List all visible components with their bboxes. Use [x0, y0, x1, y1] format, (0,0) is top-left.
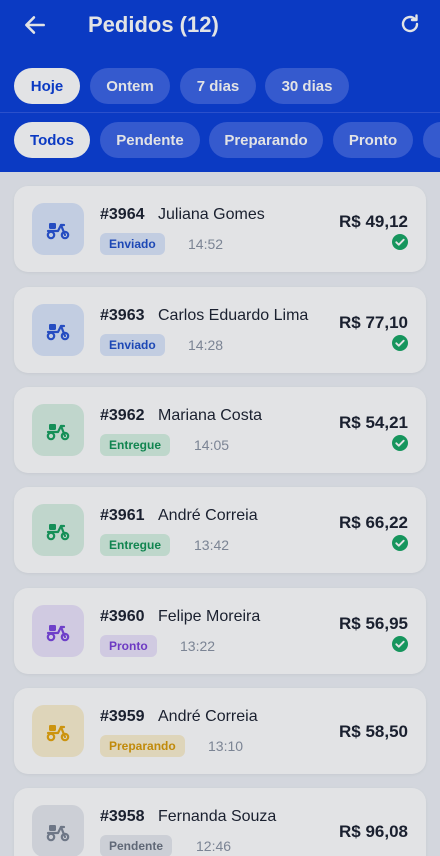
- status-badge: Entregue: [100, 434, 171, 456]
- customer-name: André Correia: [158, 708, 258, 725]
- order-number: #3958: [100, 808, 145, 825]
- order-number: #3963: [100, 307, 145, 324]
- status-filter-all[interactable]: Todos: [14, 122, 90, 158]
- order-number: #3960: [100, 608, 145, 625]
- date-filter-7-days[interactable]: 7 dias: [180, 68, 256, 104]
- order-card[interactable]: #3960 Felipe Moreira Pronto 13:22 R$ 56,95: [14, 588, 426, 674]
- order-type-tile: [32, 705, 84, 757]
- status-badge: Preparando: [100, 735, 185, 757]
- order-time: 13:42: [194, 537, 230, 553]
- order-time: 12:46: [196, 838, 232, 854]
- status-badge: Pendente: [100, 835, 173, 856]
- order-total: R$ 66,22: [339, 513, 408, 532]
- order-card[interactable]: #3961 André Correia Entregue 13:42 R$ 66,22: [14, 487, 426, 573]
- filter-divider: [0, 112, 440, 113]
- status-badge: Enviado: [100, 334, 165, 356]
- order-time: 13:10: [208, 738, 244, 754]
- order-type-tile: [32, 605, 84, 657]
- order-type-tile: [32, 203, 84, 255]
- order-list: #3964 Juliana Gomes Enviado 14:52 R$ 49,12 #3…: [0, 172, 440, 856]
- check-circle-icon: [392, 435, 408, 451]
- check-circle-icon: [392, 636, 408, 652]
- order-total: R$ 77,10: [339, 313, 408, 332]
- top-bar: Pedidos (12): [0, 0, 440, 52]
- scooter-icon: [46, 725, 70, 742]
- status-filter-ready[interactable]: Pronto: [333, 122, 413, 158]
- status-badge: Entregue: [100, 534, 171, 556]
- order-total: R$ 49,12: [339, 212, 408, 231]
- order-time: 13:22: [180, 638, 216, 654]
- scooter-icon: [46, 524, 70, 541]
- customer-name: Felipe Moreira: [158, 608, 261, 625]
- customer-name: Juliana Gomes: [158, 206, 265, 223]
- arrow-left-icon[interactable]: [22, 12, 48, 38]
- status-badge: Enviado: [100, 233, 165, 255]
- scooter-icon: [46, 223, 70, 240]
- scooter-icon: [46, 625, 70, 642]
- order-number: #3959: [100, 708, 145, 725]
- scooter-icon: [46, 825, 70, 842]
- check-circle-icon: [392, 234, 408, 250]
- date-filter-row: Hoje Ontem 7 dias 30 dias: [0, 68, 440, 106]
- date-filter-30-days[interactable]: 30 dias: [265, 68, 349, 104]
- status-badge: Pronto: [100, 635, 157, 657]
- scooter-icon: [46, 424, 70, 441]
- order-type-tile: [32, 404, 84, 456]
- order-type-tile: [32, 504, 84, 556]
- order-number: #3962: [100, 407, 145, 424]
- order-card[interactable]: #3958 Fernanda Souza Pendente 12:46 R$ 96,08: [14, 788, 426, 856]
- order-type-tile: [32, 304, 84, 356]
- date-filter-today[interactable]: Hoje: [14, 68, 80, 104]
- order-card[interactable]: #3959 André Correia Preparando 13:10 R$ 58,5…: [14, 688, 426, 774]
- order-number: #3961: [100, 507, 145, 524]
- order-total: R$ 96,08: [339, 822, 408, 841]
- check-circle-icon: [392, 535, 408, 551]
- order-time: 14:52: [188, 236, 224, 252]
- order-total: R$ 58,50: [339, 722, 408, 741]
- order-total: R$ 54,21: [339, 413, 408, 432]
- order-card[interactable]: #3964 Juliana Gomes Enviado 14:52 R$ 49,12: [14, 186, 426, 272]
- order-time: 14:05: [194, 437, 230, 453]
- status-filter-preparing[interactable]: Preparando: [209, 122, 323, 158]
- customer-name: Carlos Eduardo Lima: [158, 307, 309, 324]
- check-circle-icon: [392, 335, 408, 351]
- scooter-icon: [46, 324, 70, 341]
- customer-name: Mariana Costa: [158, 407, 263, 424]
- refresh-icon[interactable]: [398, 12, 422, 36]
- order-type-tile: [32, 805, 84, 856]
- order-card[interactable]: #3962 Mariana Costa Entregue 14:05 R$ 54,21: [14, 387, 426, 473]
- status-filter-pending[interactable]: Pendente: [100, 122, 200, 158]
- status-filter-row: Todos Pendente Preparando Pronto: [0, 122, 440, 160]
- order-total: R$ 56,95: [339, 614, 408, 633]
- customer-name: Fernanda Souza: [158, 808, 277, 825]
- customer-name: André Correia: [158, 507, 258, 524]
- order-time: 14:28: [188, 337, 224, 353]
- order-card[interactable]: #3963 Carlos Eduardo Lima Enviado 14:28 R$ 7…: [14, 287, 426, 373]
- app-header: Pedidos (12) Hoje Ontem 7 dias 30 dias T…: [0, 0, 440, 172]
- page-title: Pedidos (12): [88, 12, 219, 37]
- order-number: #3964: [100, 206, 145, 223]
- date-filter-yesterday[interactable]: Ontem: [90, 68, 170, 104]
- status-filter-more[interactable]: [423, 122, 440, 158]
